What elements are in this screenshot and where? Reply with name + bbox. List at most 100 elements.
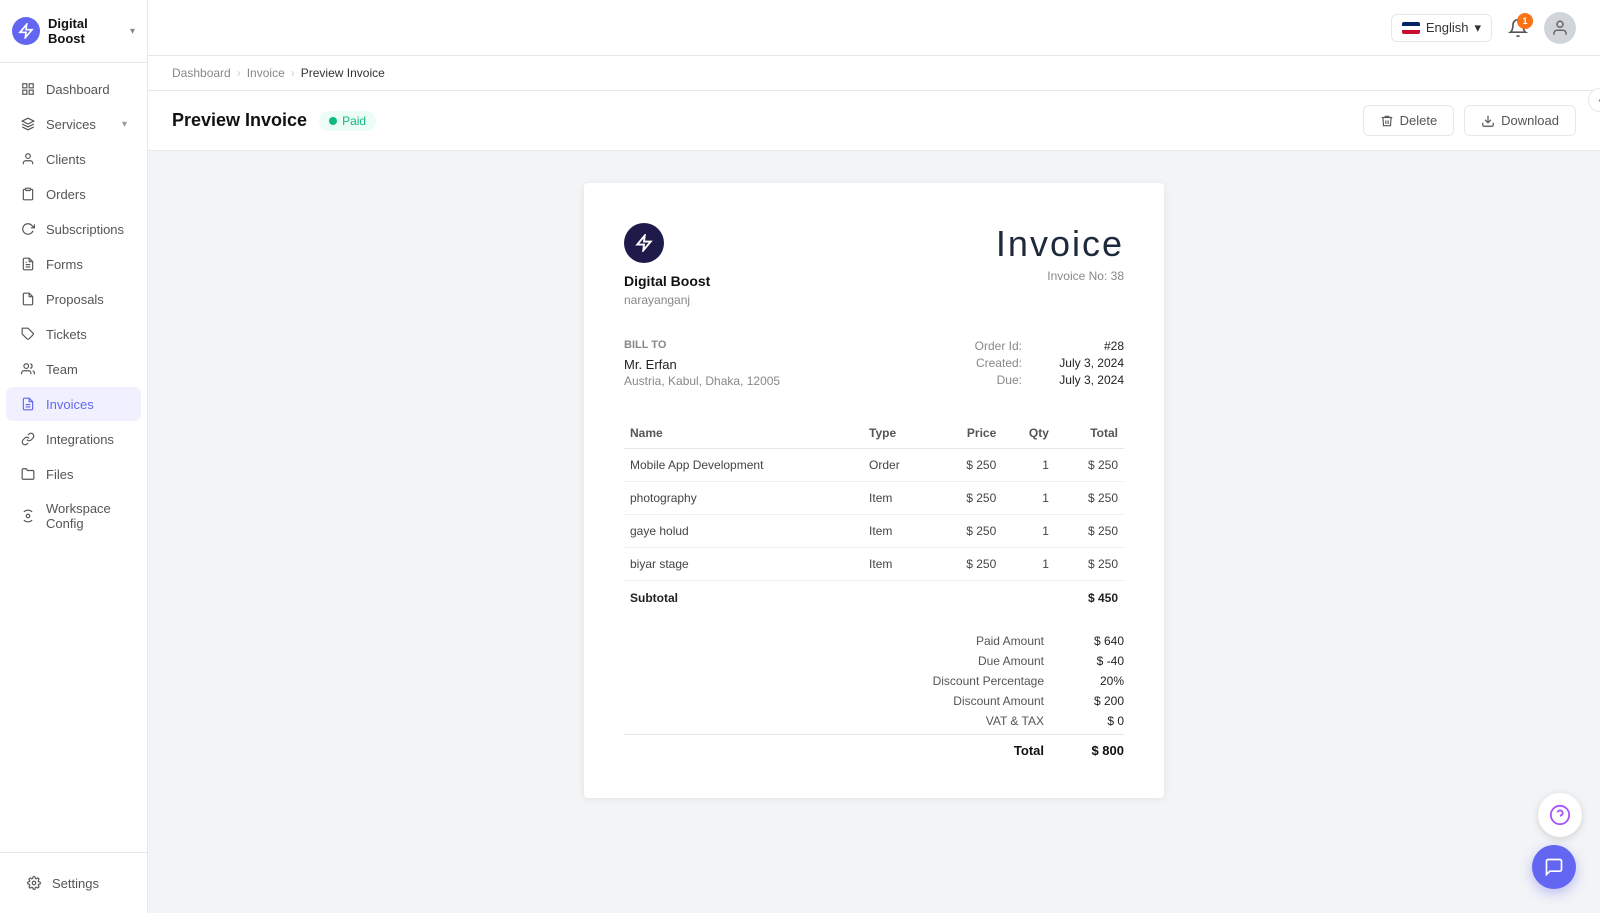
sidebar-item-proposals[interactable]: Proposals: [6, 282, 141, 316]
sidebar-item-files[interactable]: Files: [6, 457, 141, 491]
col-qty: Qty: [1002, 418, 1055, 449]
header-actions: Delete Download: [1363, 105, 1576, 136]
brand-logo: [12, 17, 40, 45]
row-type: Order: [863, 449, 933, 482]
download-label: Download: [1501, 113, 1559, 128]
row-total: $ 250: [1055, 515, 1124, 548]
created-label: Created:: [976, 356, 1022, 370]
main-area: English ▾ 1 Dashboard › Invoice › Previe…: [148, 0, 1600, 913]
invoice-order-info: Order Id: #28 Created: July 3, 2024 Due:…: [975, 339, 1124, 390]
client-name: Mr. Erfan: [624, 357, 780, 372]
due-row: Due: July 3, 2024: [975, 373, 1124, 387]
notification-badge: 1: [1517, 13, 1533, 29]
sidebar-item-orders[interactable]: Orders: [6, 177, 141, 211]
chat-widget[interactable]: [1532, 845, 1576, 889]
sidebar-label-invoices: Invoices: [46, 397, 94, 412]
invoice-number: Invoice No: 38: [996, 269, 1124, 283]
order-id-value: #28: [1034, 339, 1124, 353]
sidebar-item-services[interactable]: Services ▾: [6, 107, 141, 141]
row-price: $ 250: [933, 515, 1002, 548]
sidebar-footer: Settings: [0, 852, 147, 913]
user-icon: [20, 151, 36, 167]
vat-label: VAT & TAX: [904, 714, 1044, 728]
breadcrumb-current: Preview Invoice: [301, 66, 385, 80]
table-header-row: Name Type Price Qty Total: [624, 418, 1124, 449]
table-row: biyar stage Item $ 250 1 $ 250: [624, 548, 1124, 581]
content-area: Digital Boost narayanganj Invoice Invoic…: [148, 151, 1600, 913]
sidebar-item-dashboard[interactable]: Dashboard: [6, 72, 141, 106]
invoice-table-body: Mobile App Development Order $ 250 1 $ 2…: [624, 449, 1124, 615]
sidebar-item-tickets[interactable]: Tickets: [6, 317, 141, 351]
row-price: $ 250: [933, 482, 1002, 515]
notification-button[interactable]: 1: [1508, 18, 1528, 38]
total-value: $ 800: [1064, 743, 1124, 758]
paid-amount-label: Paid Amount: [904, 634, 1044, 648]
due-amount-row: Due Amount $ -40: [624, 654, 1124, 668]
sidebar-item-subscriptions[interactable]: Subscriptions: [6, 212, 141, 246]
services-expand-icon: ▾: [122, 119, 127, 130]
row-total: $ 250: [1055, 449, 1124, 482]
sidebar-label-services: Services: [46, 117, 96, 132]
sidebar-label-dashboard: Dashboard: [46, 82, 110, 97]
col-price: Price: [933, 418, 1002, 449]
invoice-company-name: Digital Boost: [624, 273, 710, 289]
sidebar-label-subscriptions: Subscriptions: [46, 222, 124, 237]
sidebar-item-workspace[interactable]: Workspace Config: [6, 492, 141, 540]
brand-chevron-icon[interactable]: ▾: [130, 26, 135, 37]
row-qty: 1: [1002, 515, 1055, 548]
sidebar-label-workspace: Workspace Config: [46, 501, 127, 531]
download-button[interactable]: Download: [1464, 105, 1576, 136]
delete-button[interactable]: Delete: [1363, 105, 1455, 136]
discount-amt-row: Discount Amount $ 200: [624, 694, 1124, 708]
download-icon: [1481, 114, 1495, 128]
sidebar-item-clients[interactable]: Clients: [6, 142, 141, 176]
breadcrumb-sep-1: ›: [237, 66, 241, 80]
sidebar-item-settings[interactable]: Settings: [12, 866, 135, 900]
file-icon: [20, 291, 36, 307]
sidebar-nav: Dashboard Services ▾ Clients: [0, 63, 147, 852]
row-name: biyar stage: [624, 548, 863, 581]
breadcrumb-dashboard[interactable]: Dashboard: [172, 66, 231, 80]
table-row: gaye holud Item $ 250 1 $ 250: [624, 515, 1124, 548]
discount-pct-label: Discount Percentage: [904, 674, 1044, 688]
row-price: $ 250: [933, 548, 1002, 581]
sidebar-label-orders: Orders: [46, 187, 86, 202]
invoice-table: Name Type Price Qty Total Mobile App Dev…: [624, 418, 1124, 614]
sidebar-label-tickets: Tickets: [46, 327, 87, 342]
col-total: Total: [1055, 418, 1124, 449]
user-avatar[interactable]: [1544, 12, 1576, 44]
discount-pct-row: Discount Percentage 20%: [624, 674, 1124, 688]
sidebar-label-integrations: Integrations: [46, 432, 114, 447]
language-selector[interactable]: English ▾: [1391, 14, 1492, 42]
col-name: Name: [624, 418, 863, 449]
table-row: Mobile App Development Order $ 250 1 $ 2…: [624, 449, 1124, 482]
users-icon: [20, 361, 36, 377]
sidebar-item-team[interactable]: Team: [6, 352, 141, 386]
refresh-icon: [20, 221, 36, 237]
breadcrumb-invoice[interactable]: Invoice: [247, 66, 285, 80]
created-row: Created: July 3, 2024: [975, 356, 1124, 370]
sidebar-item-invoices[interactable]: Invoices: [6, 387, 141, 421]
row-qty: 1: [1002, 548, 1055, 581]
sidebar-collapse-button[interactable]: ‹: [1588, 88, 1600, 112]
sidebar: Digital Boost ▾ Dashboard Services ▾: [0, 0, 148, 913]
breadcrumb: Dashboard › Invoice › Preview Invoice: [148, 56, 1600, 91]
brand-name: Digital Boost: [48, 16, 122, 46]
link-icon: [20, 431, 36, 447]
gear-icon: [26, 875, 42, 891]
sidebar-item-forms[interactable]: Forms: [6, 247, 141, 281]
vat-value: $ 0: [1064, 714, 1124, 728]
status-label: Paid: [342, 114, 366, 128]
invoice-meta: Bill To Mr. Erfan Austria, Kabul, Dhaka,…: [624, 339, 1124, 390]
status-dot: [329, 117, 337, 125]
sidebar-item-integrations[interactable]: Integrations: [6, 422, 141, 456]
subtotal-label: Subtotal: [624, 581, 863, 615]
page-title: Preview Invoice: [172, 110, 307, 131]
order-id-row: Order Id: #28: [975, 339, 1124, 353]
grid-icon: [20, 81, 36, 97]
language-chevron-icon: ▾: [1474, 20, 1481, 36]
due-amount-value: $ -40: [1064, 654, 1124, 668]
discount-amt-label: Discount Amount: [904, 694, 1044, 708]
support-widget[interactable]: [1538, 793, 1582, 837]
invoice-brand: Digital Boost narayanganj: [624, 223, 710, 307]
